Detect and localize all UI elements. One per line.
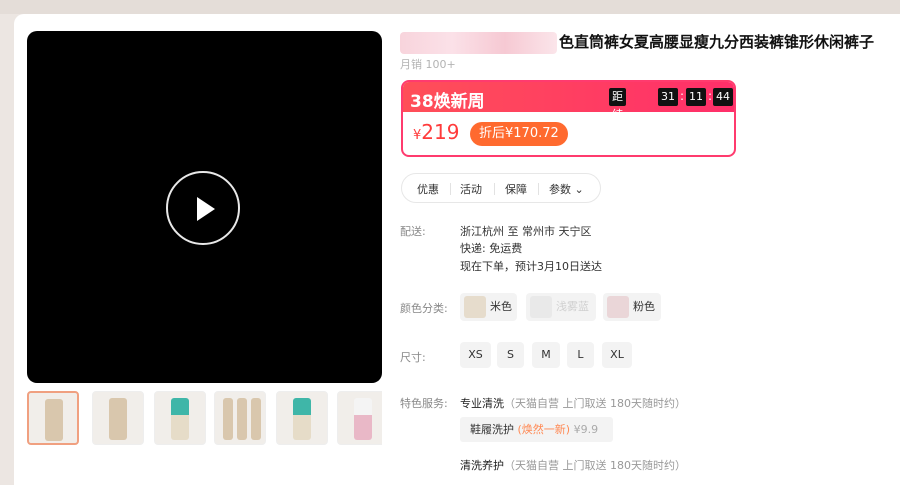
discount-price-badge: 折后¥170.72 [470,122,568,146]
color-option-label: 粉色 [633,300,655,313]
countdown-hours: 31 [658,88,678,106]
service-option-highlight: (焕然一新) [517,423,571,436]
size-option-xl[interactable]: XL [602,342,632,368]
tab-divider [450,183,451,195]
delivery-eta: 现在下单，预计3月10日送达 [460,260,602,273]
chevron-down-icon: ⌄ [574,183,584,196]
play-icon[interactable] [166,171,240,245]
tab-discount[interactable]: 优惠 [417,181,439,197]
service-name: 清洗养护 [460,459,504,472]
info-tabs: 优惠 活动 保障 参数 ⌄ [401,173,601,203]
price: ¥219 [413,120,459,144]
service-option-price: ¥9.9 [573,423,599,436]
promo-name: 38焕新周 [410,92,485,112]
thumbnail-2[interactable] [92,391,144,445]
price-value: 219 [421,120,460,144]
tab-divider [538,183,539,195]
service-option-chip[interactable]: 鞋履洗护 (焕然一新) ¥9.9 [460,417,613,442]
color-option-beige[interactable]: 米色 [460,293,517,321]
color-option-blue[interactable]: 浅雾蓝 [526,293,596,321]
service-note: （天猫自营 上门取送 180天随时约） [504,459,686,472]
tab-activity[interactable]: 活动 [460,181,482,197]
size-option-xs[interactable]: XS [460,342,491,368]
thumbnail-6[interactable] [337,391,382,445]
tab-params-label: 参数 [549,183,571,196]
color-option-pink[interactable]: 粉色 [603,293,661,321]
product-title: 色直筒裤女夏高腰显瘦九分西装裤锥形休闲裤子 [400,31,890,54]
thumbnail-4[interactable] [214,391,266,445]
monthly-sales: 月销 100+ [400,58,456,71]
countdown-colon: : [708,89,713,103]
tab-divider [494,183,495,195]
countdown-label: 距结束 [609,88,626,139]
delivery-route[interactable]: 浙江杭州 至 常州市 天宁区 [460,223,592,239]
service-item: 清洗养护（天猫自营 上门取送 180天随时约） [460,457,686,473]
thumbnail-1[interactable] [27,391,79,445]
color-swatch [607,296,629,318]
countdown-colon: : [680,89,685,103]
blurred-title-prefix [400,31,557,54]
color-swatch [464,296,486,318]
size-label: 尺寸: [400,351,426,364]
size-option-s[interactable]: S [497,342,524,368]
thumbnail-3[interactable] [154,391,206,445]
color-swatch [530,296,552,318]
product-video[interactable] [27,31,382,383]
product-title-text: 色直筒裤女夏高腰显瘦九分西装裤锥形休闲裤子 [559,33,875,51]
color-label: 颜色分类: [400,302,448,315]
service-name: 专业清洗 [460,397,504,410]
color-option-label: 米色 [490,300,512,313]
thumbnail-5[interactable] [276,391,328,445]
top-strip [0,0,900,14]
delivery-shipping: 快递: 免运费 [460,242,523,255]
promo-box: 38焕新周 距结束 31 : 11 : 44 ¥219 折后¥170.72 [401,80,736,157]
thumbnail-strip [27,391,382,447]
service-option-name: 鞋履洗护 [470,423,514,436]
color-option-label: 浅雾蓝 [556,300,589,313]
service-note: （天猫自营 上门取送 180天随时约） [504,397,686,410]
services-label: 特色服务: [400,397,448,410]
service-item: 专业清洗（天猫自营 上门取送 180天随时约） [460,395,686,411]
tab-guarantee[interactable]: 保障 [505,181,527,197]
tab-params[interactable]: 参数 ⌄ [549,181,584,197]
delivery-label: 配送: [400,225,426,238]
size-option-l[interactable]: L [567,342,594,368]
promo-header: 38焕新周 距结束 31 : 11 : 44 [403,82,734,139]
countdown-minutes: 11 [686,88,706,106]
size-option-m[interactable]: M [532,342,560,368]
countdown-seconds: 44 [713,88,733,106]
